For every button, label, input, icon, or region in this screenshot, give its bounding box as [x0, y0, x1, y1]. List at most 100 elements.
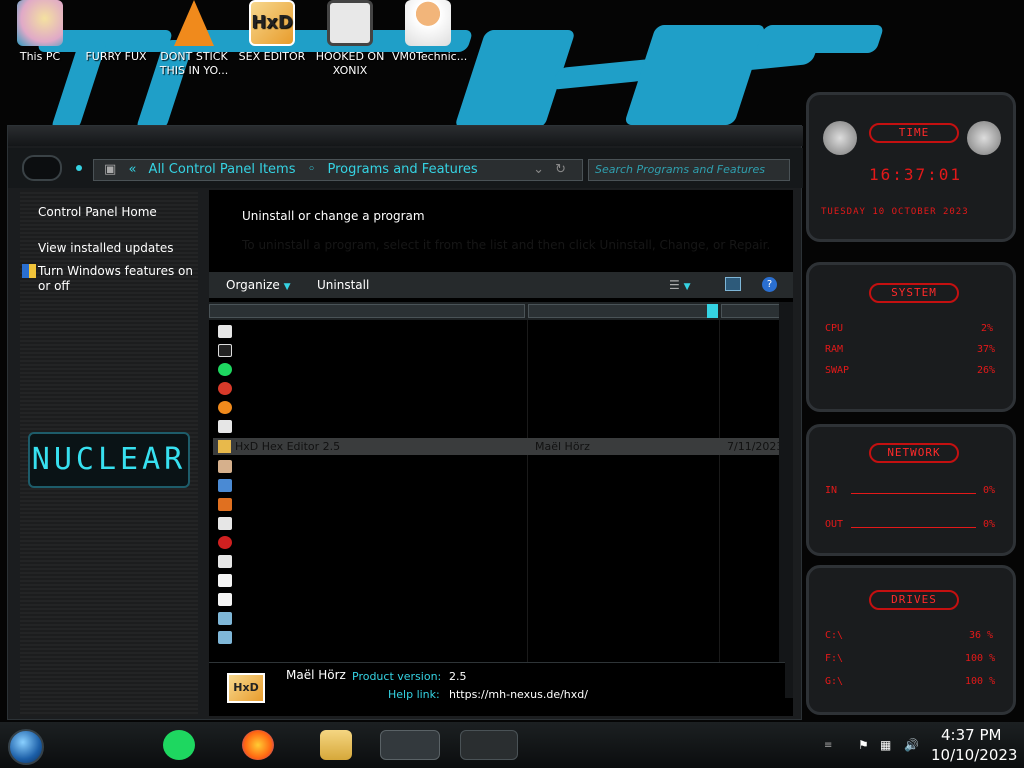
column-header-name[interactable] [209, 304, 525, 318]
program-list[interactable]: HxD Hex Editor 2.5 Maël Hörz 7/11/2023 [209, 320, 783, 698]
cpu-label: CPU [825, 323, 844, 334]
sidebar-link-home[interactable]: Control Panel Home [38, 205, 157, 220]
desktop-icon-dont-stick[interactable]: DONT STICK THIS IN YO... [158, 0, 230, 78]
ram-value: 37% [977, 344, 996, 355]
details-help-label: Help link: [388, 688, 440, 701]
page-title: Uninstall or change a program [242, 209, 425, 223]
desktop-icon-sex-editor[interactable]: HxD SEX EDITOR [236, 0, 308, 64]
organize-button[interactable]: Organize ▼ [226, 272, 291, 300]
java-icon [218, 498, 232, 511]
details-publisher: Maël Hörz [286, 668, 346, 682]
column-header-publisher[interactable] [528, 304, 716, 318]
clock-date[interactable]: 10/10/2023 [931, 746, 1017, 764]
desktop-icon-label: This PC [19, 50, 61, 63]
swap-label: SWAP [825, 365, 850, 376]
cpu-value: 2% [981, 323, 994, 334]
vertical-scrollbar[interactable] [779, 302, 793, 698]
drive-c-label: C:\ [825, 630, 844, 641]
drive-f-value: 100 % [965, 653, 996, 664]
system-gadget-title: SYSTEM [869, 283, 959, 303]
programs-and-features-window: ▣ « All Control Panel Items ◦ Programs a… [7, 125, 803, 720]
hxd-icon [218, 440, 231, 453]
column-header-installed[interactable] [721, 304, 781, 318]
table-row-selected[interactable]: HxD Hex Editor 2.5 Maël Hörz 7/11/2023 [213, 438, 783, 455]
swap-value: 26% [977, 365, 996, 376]
address-bar[interactable]: ▣ « All Control Panel Items ◦ Programs a… [93, 159, 583, 181]
time-gadget-title: TIME [869, 123, 959, 143]
preview-pane-icon[interactable] [725, 277, 741, 291]
window-titlebar[interactable] [8, 126, 803, 146]
chevron-down-icon: ▼ [283, 282, 291, 292]
details-help-link[interactable]: https://mh-nexus.de/hxd/ [449, 688, 588, 701]
system-gadget: SYSTEM CPU 2% RAM 37% SWAP 26% [806, 262, 1016, 412]
dropdown-icon[interactable]: ⌄ [533, 160, 544, 180]
drive-g-label: G:\ [825, 676, 844, 687]
view-options-icon[interactable]: ☰ ▼ [669, 272, 691, 300]
desktop-icon-xonix[interactable]: HOOKED ON XONIX [314, 0, 386, 78]
sidebar-link-updates[interactable]: View installed updates [38, 241, 174, 256]
desktop-icon-label: FURRY FUX [85, 50, 147, 63]
toolbar: Organize ▼ Uninstall ☰ ▼ ? [209, 272, 793, 298]
devcpp-icon [218, 382, 232, 395]
search-input[interactable]: Search Programs and Features [588, 159, 790, 181]
media-player-taskbar-icon[interactable] [460, 730, 518, 760]
show-hidden-icons-icon[interactable]: ≡ [824, 740, 832, 751]
sidebar: Control Panel Home View installed update… [20, 190, 198, 716]
desktop-icon-label: HOOKED ON XONIX [315, 50, 385, 77]
program-row-icon [218, 631, 232, 644]
doctor-icon [405, 0, 451, 46]
refresh-icon[interactable]: ↻ [555, 160, 566, 180]
nuclear-logo: NUCLEAR [28, 432, 190, 488]
network-graph-in [851, 493, 976, 494]
desktop-icon-label: SEX EDITOR [238, 50, 306, 63]
furry-fux-icon [93, 0, 139, 46]
clock-time[interactable]: 4:37 PM [941, 726, 1001, 744]
breadcrumb-separator: « [128, 162, 137, 177]
action-center-flag-icon[interactable]: ⚑ [858, 738, 869, 752]
details-pane: HxD Maël Hörz Product version: 2.5 Help … [209, 662, 785, 715]
this-pc-icon [17, 0, 63, 46]
drives-gadget-title: DRIVES [869, 590, 959, 610]
back-forward-icon[interactable] [22, 155, 62, 181]
program-row-icon [218, 593, 232, 606]
drives-gadget: DRIVES C:\ 36 % F:\ 100 % G:\ 100 % [806, 565, 1016, 715]
desktop-icon-label: DONT STICK THIS IN YO... [159, 50, 229, 77]
spotify-taskbar-icon[interactable] [163, 730, 195, 760]
uninstall-button[interactable]: Uninstall [317, 272, 369, 298]
taskbar: ≡ ⚑ ▦ 🔊 4:37 PM 10/10/2023 [0, 722, 1024, 768]
desktop-icon-label: VM0Technic... [392, 50, 468, 63]
dot-icon [76, 165, 82, 171]
volume-icon[interactable]: 🔊 [904, 738, 919, 752]
control-panel-icon: ▣ [104, 162, 117, 177]
ram-label: RAM [825, 344, 844, 355]
magnifier-icon [218, 401, 232, 414]
help-icon[interactable]: ? [762, 277, 777, 292]
navigation-bar: ▣ « All Control Panel Items ◦ Programs a… [8, 148, 803, 188]
net-in-label: IN [825, 485, 838, 496]
alien-head-icon [967, 121, 1001, 155]
time-gadget-date: TUESDAY 10 OCTOBER 2023 [821, 207, 969, 217]
network-gadget: NETWORK IN 0% OUT 0% [806, 424, 1016, 556]
shield-icon [22, 264, 36, 278]
main-content: Uninstall or change a program To uninsta… [209, 190, 793, 716]
network-icon[interactable]: ▦ [880, 738, 891, 752]
desktop-icon-vm0[interactable]: VM0Technic... [392, 0, 468, 64]
network-gadget-title: NETWORK [869, 443, 959, 463]
breadcrumb-programs-features[interactable]: Programs and Features [327, 162, 477, 177]
window-switcher-taskbar-icon[interactable] [380, 730, 440, 760]
drive-f-label: F:\ [825, 653, 844, 664]
column-dropdown-icon[interactable] [707, 304, 718, 318]
program-row-icon [218, 612, 232, 625]
file-explorer-taskbar-icon[interactable] [320, 730, 352, 760]
net-out-label: OUT [825, 519, 844, 530]
desktop-icon-furry-fux[interactable]: FURRY FUX [80, 0, 152, 64]
alien-head-icon [823, 121, 857, 155]
start-orb-icon[interactable] [8, 729, 44, 765]
desktop-icon-this-pc[interactable]: This PC [4, 0, 76, 64]
firefox-taskbar-icon[interactable] [242, 730, 274, 760]
sidebar-link-features[interactable]: Turn Windows features on or off [38, 264, 198, 294]
hxd-large-icon: HxD [227, 673, 265, 703]
breadcrumb-all-control-panel[interactable]: All Control Panel Items [149, 162, 296, 177]
spotify-icon [218, 363, 232, 376]
vlc-cone-icon [174, 0, 214, 46]
